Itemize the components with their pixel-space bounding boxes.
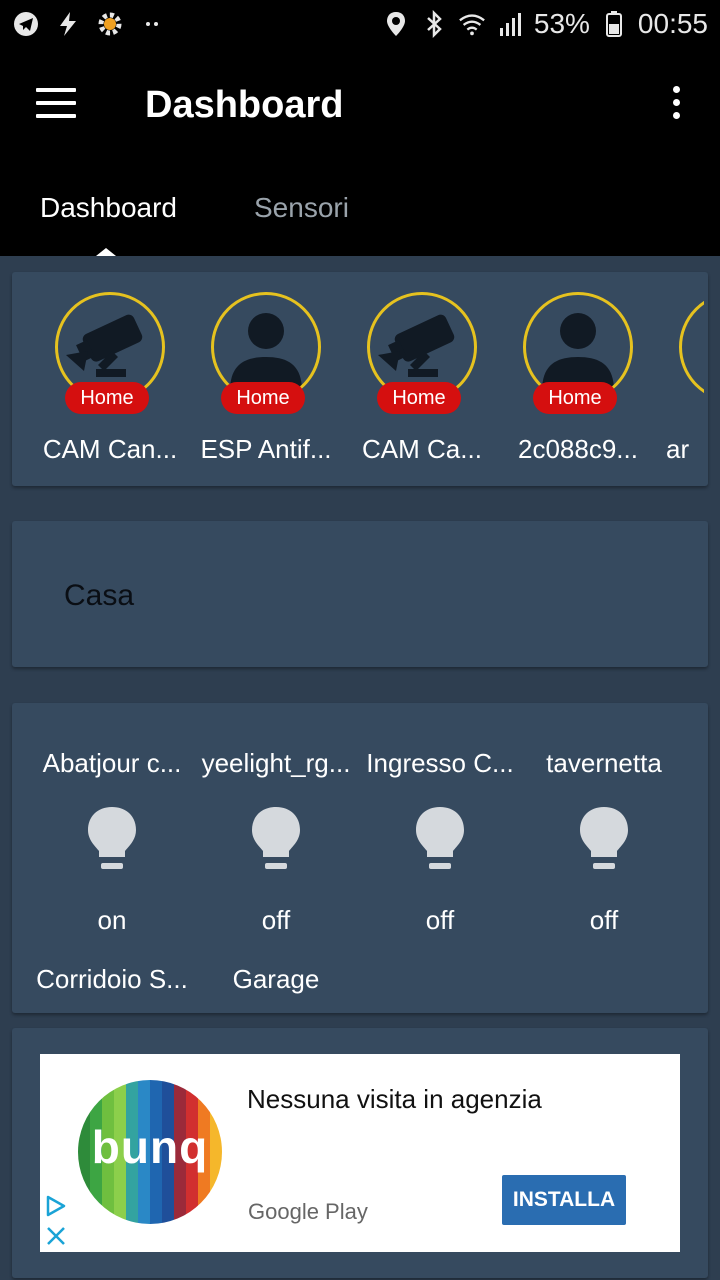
avatar-label: ESP Antif...	[200, 434, 332, 464]
signal-icon	[496, 10, 524, 38]
close-icon[interactable]	[44, 1224, 68, 1248]
battery-percent: 53%	[533, 8, 590, 39]
hamburger-menu-icon[interactable]	[36, 88, 76, 122]
page-title: Dashboard	[145, 84, 344, 126]
people-devices-card: Home CAM Can... Home ESP Antif... Home C…	[12, 272, 708, 486]
avatar-item-cam-2[interactable]: Home CAM Ca...	[352, 292, 492, 472]
avatar-item-esp[interactable]: Home ESP Antif...	[196, 292, 336, 472]
light-name: tavernetta	[546, 748, 662, 778]
status-right: 53% 00:55	[382, 8, 708, 40]
flash-icon	[54, 10, 82, 38]
ad-store-label: Google Play	[248, 1199, 368, 1224]
gear-notification-icon	[96, 10, 124, 38]
status-badge: Home	[221, 382, 305, 414]
light-name: Abatjour c...	[42, 748, 182, 778]
light-state: on	[97, 905, 127, 935]
app-bar: Dashboard Dashboard Sensori	[0, 52, 720, 256]
ad-banner[interactable]: bunq Nessuna visita in agenzia Google Pl…	[40, 1054, 680, 1252]
wifi-icon	[458, 10, 486, 38]
avatar-item-partial[interactable]: ar	[664, 292, 704, 472]
tab-indicator	[96, 248, 116, 256]
avatar	[679, 292, 704, 402]
ad-card: bunq Nessuna visita in agenzia Google Pl…	[12, 1028, 708, 1278]
location-icon	[382, 10, 410, 38]
status-badge: Home	[377, 382, 461, 414]
light-bulb-icon[interactable]	[85, 805, 139, 875]
light-name: Garage	[232, 964, 320, 994]
avatar-label: 2c088c9...	[518, 434, 638, 464]
light-bulb-icon[interactable]	[249, 805, 303, 875]
avatar-label: ar	[666, 434, 690, 464]
status-bar: 53% 00:55	[0, 0, 720, 52]
light-state: off	[425, 905, 455, 935]
group-title: Casa	[64, 579, 135, 612]
battery-icon	[600, 10, 628, 38]
more-options-icon[interactable]	[664, 86, 688, 126]
bluetooth-icon	[420, 10, 448, 38]
status-left-icons	[12, 10, 166, 38]
light-bulb-icon[interactable]	[577, 805, 631, 875]
light-state: off	[261, 905, 291, 935]
ad-choices-icon[interactable]	[44, 1194, 68, 1218]
tab-sensori[interactable]: Sensori	[254, 192, 349, 224]
avatar-item-device[interactable]: Home 2c088c9...	[508, 292, 648, 472]
ad-headline: Nessuna visita in agenzia	[247, 1084, 542, 1114]
light-state: off	[589, 905, 619, 935]
status-badge: Home	[65, 382, 149, 414]
lights-card: Abatjour c... yeelight_rg... Ingresso C.…	[12, 703, 708, 1013]
ad-logo: bunq	[78, 1080, 222, 1224]
light-bulb-icon[interactable]	[413, 805, 467, 875]
status-badge: Home	[533, 382, 617, 414]
install-button[interactable]: INSTALLA	[502, 1175, 626, 1225]
avatar-item-cam-1[interactable]: Home CAM Can...	[40, 292, 180, 472]
avatar-label: CAM Can...	[42, 434, 178, 464]
clock: 00:55	[637, 8, 708, 39]
more-dots-icon	[138, 10, 166, 38]
tab-dashboard[interactable]: Dashboard	[40, 192, 177, 224]
avatar-label: CAM Ca...	[362, 434, 482, 464]
telegram-icon	[12, 10, 40, 38]
light-name: Corridoio S...	[36, 964, 188, 994]
ad-logo-text: bunq	[91, 1121, 209, 1173]
light-name: yeelight_rg...	[201, 748, 351, 778]
light-name: Ingresso C...	[366, 748, 514, 778]
group-card: Casa	[12, 521, 708, 667]
